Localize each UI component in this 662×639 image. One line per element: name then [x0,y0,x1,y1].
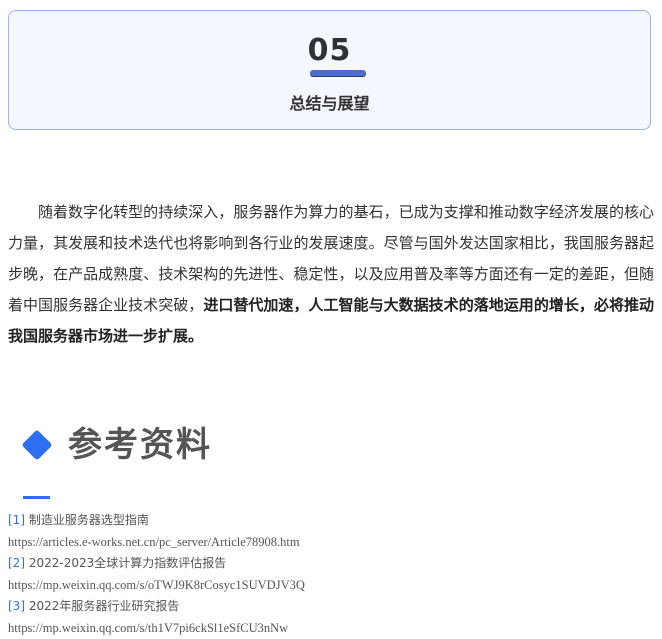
reference-index: [1] [8,513,25,527]
reference-title: 制造业服务器选型指南 [28,513,149,527]
references-divider [23,496,50,499]
reference-item: [1] 制造业服务器选型指南 https://articles.e-works.… [8,510,654,553]
reference-title-line: [2] 2022-2023全球计算力指数评估报告 [8,553,654,574]
references-heading: 参考资料 [68,425,212,465]
reference-title: 2022年服务器行业研究报告 [28,599,180,613]
reference-list: [1] 制造业服务器选型指南 https://articles.e-works.… [8,510,654,639]
reference-index: [2] [8,556,25,570]
reference-url[interactable]: https://mp.weixin.qq.com/s/th1V7pi6ckSl1… [8,617,654,639]
reference-title: 2022-2023全球计算力指数评估报告 [28,556,227,570]
references-header: 参考资料 [21,420,212,470]
reference-index: [3] [8,599,25,613]
reference-item: [3] 2022年服务器行业研究报告 https://mp.weixin.qq.… [8,596,654,639]
diamond-icon [21,429,53,461]
section-number: 05 [307,33,352,68]
reference-url[interactable]: https://mp.weixin.qq.com/s/oTWJ9K8rCosyc… [8,574,654,596]
reference-title-line: [1] 制造业服务器选型指南 [8,510,654,531]
reference-url[interactable]: https://articles.e-works.net.cn/pc_serve… [8,531,654,553]
reference-title-line: [3] 2022年服务器行业研究报告 [8,596,654,617]
section-card: 05 总结与展望 [8,10,651,130]
section-number-underline [310,70,366,76]
section-title: 总结与展望 [289,94,370,113]
reference-item: [2] 2022-2023全球计算力指数评估报告 https://mp.weix… [8,553,654,596]
summary-paragraph: 随着数字化转型的持续深入，服务器作为算力的基石，已成为支撑和推动数字经济发展的核… [8,197,654,352]
